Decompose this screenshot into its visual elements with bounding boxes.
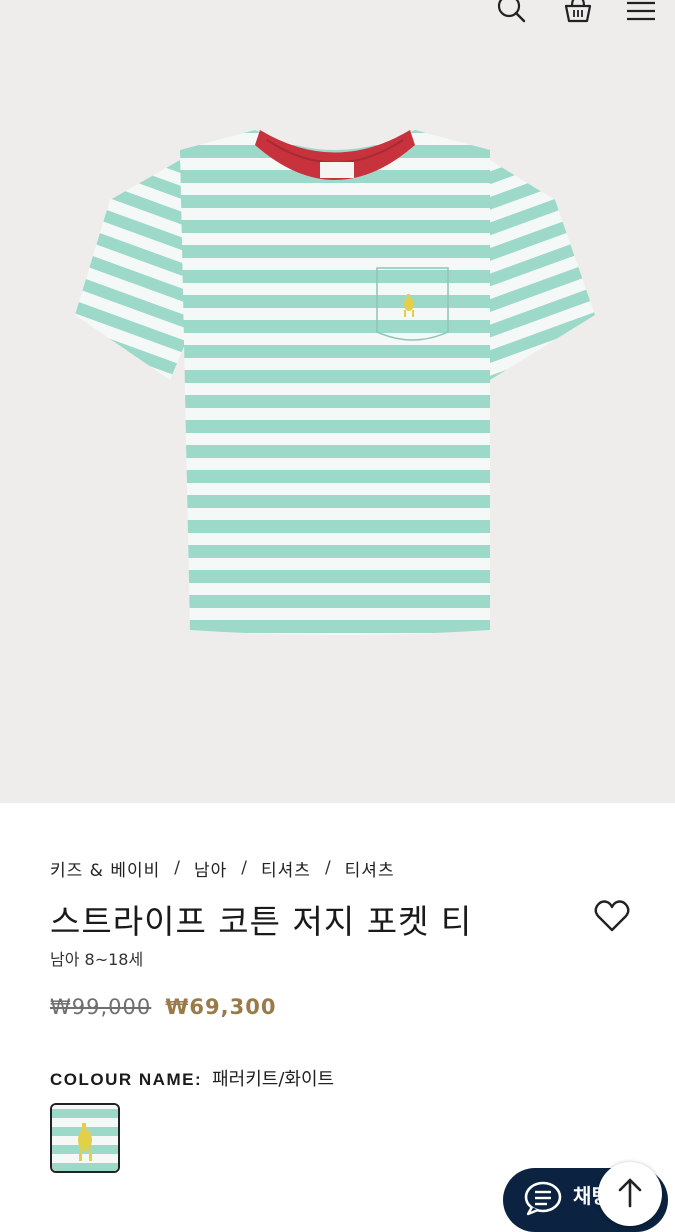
- chat-icon: [524, 1181, 562, 1216]
- search-button[interactable]: [493, 0, 529, 28]
- breadcrumb-separator: /: [324, 858, 331, 878]
- shopping-bag-button[interactable]: [560, 0, 596, 28]
- breadcrumb-item-kids-baby[interactable]: 키즈 & 베이비: [50, 856, 160, 881]
- swatch-thumbnail: [52, 1105, 118, 1171]
- wishlist-button[interactable]: [593, 898, 631, 934]
- breadcrumb-separator: /: [174, 858, 180, 878]
- breadcrumb: 키즈 & 베이비 / 남아 / 티셔츠 / 티셔츠: [50, 850, 640, 886]
- colour-swatch-selected[interactable]: [50, 1103, 120, 1173]
- shopping-bag-icon: [564, 0, 592, 23]
- product-photo: [75, 130, 595, 635]
- search-icon: [497, 0, 526, 23]
- menu-button[interactable]: [623, 0, 659, 28]
- colour-name-value: 패러키트/화이트: [212, 1069, 335, 1090]
- sale-price: ₩69,300: [165, 995, 277, 1019]
- product-subtitle: 남아 8~18세: [50, 950, 144, 969]
- product-image-area: [0, 0, 675, 803]
- hamburger-menu-icon: [627, 1, 655, 21]
- arrow-up-icon: [618, 1178, 642, 1208]
- scroll-to-top-button[interactable]: [598, 1162, 662, 1226]
- colour-name-row: COLOUR NAME: 패러키트/화이트: [50, 1065, 334, 1091]
- breadcrumb-separator: /: [241, 858, 248, 878]
- heart-icon: [594, 900, 630, 932]
- colour-name-label: COLOUR NAME:: [50, 1070, 203, 1089]
- product-details: 키즈 & 베이비 / 남아 / 티셔츠 / 티셔츠 스트라이프 코튼 저지 포켓…: [50, 850, 640, 1090]
- breadcrumb-item-tshirts-current[interactable]: 티셔츠: [345, 856, 395, 881]
- original-price: ₩99,000: [50, 995, 152, 1019]
- breadcrumb-item-boys[interactable]: 남아: [194, 856, 227, 881]
- breadcrumb-item-tshirts[interactable]: 티셔츠: [261, 856, 311, 881]
- header-icons: [455, 0, 675, 40]
- product-title: 스트라이프 코튼 저지 포켓 티: [50, 902, 473, 941]
- price-block: ₩99,000 ₩69,300: [50, 995, 276, 1019]
